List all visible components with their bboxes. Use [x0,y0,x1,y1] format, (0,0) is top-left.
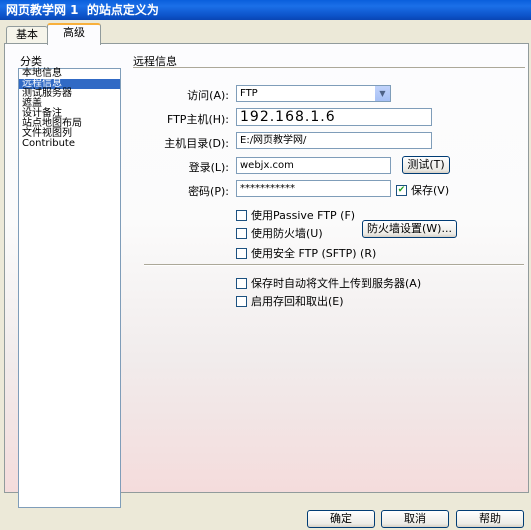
checkmark-icon: ✔ [396,184,407,196]
section-divider [133,67,525,68]
host-input[interactable]: 192.168.1.6 [236,108,432,126]
save-password-label: 保存(V) [411,184,450,197]
auto-upload-checkbox[interactable]: 保存时自动将文件上传到服务器(A) [236,275,421,291]
passive-ftp-box [236,209,247,221]
access-label: 访问(A): [187,89,229,102]
window-title: 网页教学网 1 的站点定义为 [0,0,531,20]
use-firewall-label: 使用防火墙(U) [251,227,323,240]
auto-upload-label: 保存时自动将文件上传到服务器(A) [251,277,422,290]
tab-strip: 基本 高级 [0,20,531,45]
use-firewall-box [236,227,247,239]
check-in-out-box [236,295,247,307]
ok-button[interactable]: 确定 [307,510,375,528]
check-in-out-checkbox[interactable]: 启用存回和取出(E) [236,293,344,309]
host-label: FTP主机(H): [166,113,229,126]
sftp-checkbox[interactable]: 使用安全 FTP (SFTP) (R) [236,245,376,261]
host-directory-input[interactable]: E:/网页教学网/ [236,132,432,149]
dir-label: 主机目录(D): [164,137,229,150]
password-input[interactable]: *********** [236,180,391,197]
chevron-down-icon[interactable]: ▼ [374,86,390,101]
sftp-label: 使用安全 FTP (SFTP) (R) [251,247,377,260]
firewall-settings-button[interactable]: 防火墙设置(W)... [362,220,457,238]
test-button[interactable]: 测试(T) [402,156,450,174]
options-divider [144,264,524,266]
sftp-box [236,247,247,259]
access-select[interactable]: FTP ▼ [236,85,391,102]
cancel-button[interactable]: 取消 [381,510,449,528]
tab-basic[interactable]: 基本 [6,26,48,43]
tab-advanced[interactable]: 高级 [47,23,101,45]
login-input[interactable]: webjx.com [236,157,391,174]
use-firewall-checkbox[interactable]: 使用防火墙(U) [236,225,323,241]
auto-upload-box [236,277,247,289]
passive-ftp-checkbox[interactable]: 使用Passive FTP (F) [236,207,355,223]
save-password-checkbox[interactable]: ✔ 保存(V) [396,182,449,198]
category-label: 分类 [20,55,42,68]
check-in-out-label: 启用存回和取出(E) [251,295,344,308]
login-label: 登录(L): [188,161,229,174]
password-label: 密码(P): [188,185,229,198]
help-button[interactable]: 帮助 [456,510,524,528]
category-item-contribute[interactable]: Contribute [19,139,120,149]
access-value: FTP [240,88,258,99]
passive-ftp-label: 使用Passive FTP (F) [251,209,356,222]
category-list[interactable]: 本地信息 远程信息 测试服务器 遮盖 设计备注 站点地图布局 文件视图列 Con… [18,68,121,508]
